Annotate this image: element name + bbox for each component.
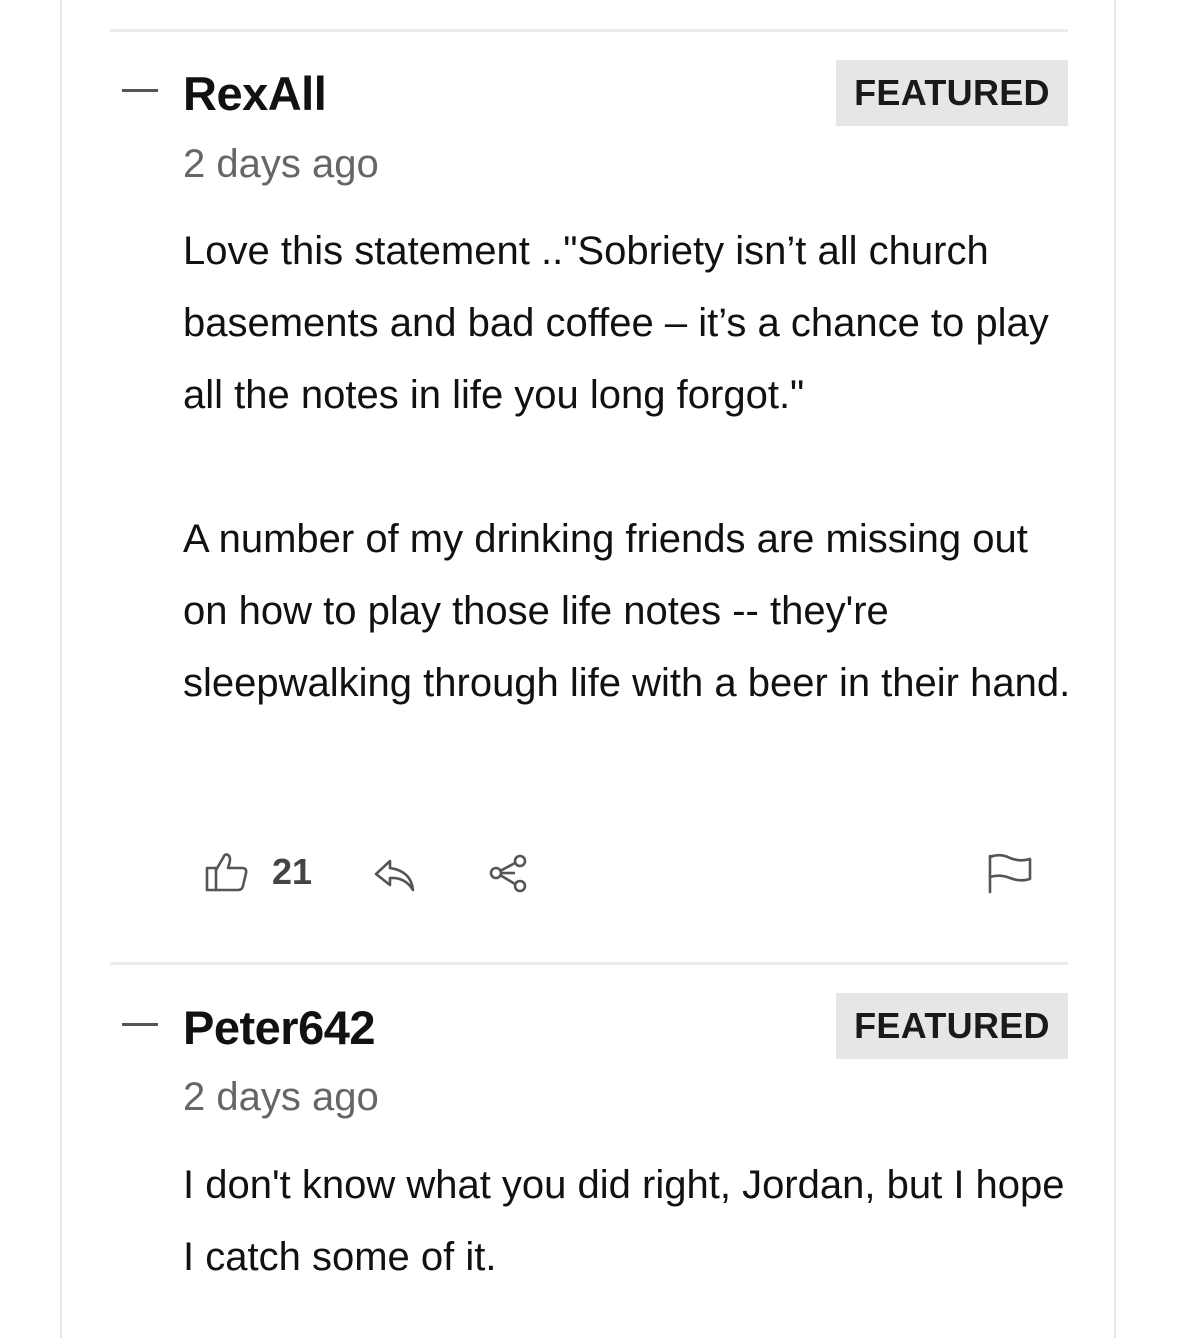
comment-paragraph: I don't know what you did right, Jordan,…: [183, 1163, 1065, 1279]
comment-body: I don't know what you did right, Jordan,…: [183, 1149, 1073, 1293]
comment-timestamp: 2 days ago: [183, 1075, 379, 1119]
comment-author[interactable]: Peter642: [183, 1000, 376, 1055]
comment-item: Peter642 FEATURED 2 days ago I don't kno…: [110, 0, 1068, 1338]
featured-badge: FEATURED: [836, 993, 1068, 1059]
collapse-comment-button[interactable]: [122, 1023, 158, 1026]
